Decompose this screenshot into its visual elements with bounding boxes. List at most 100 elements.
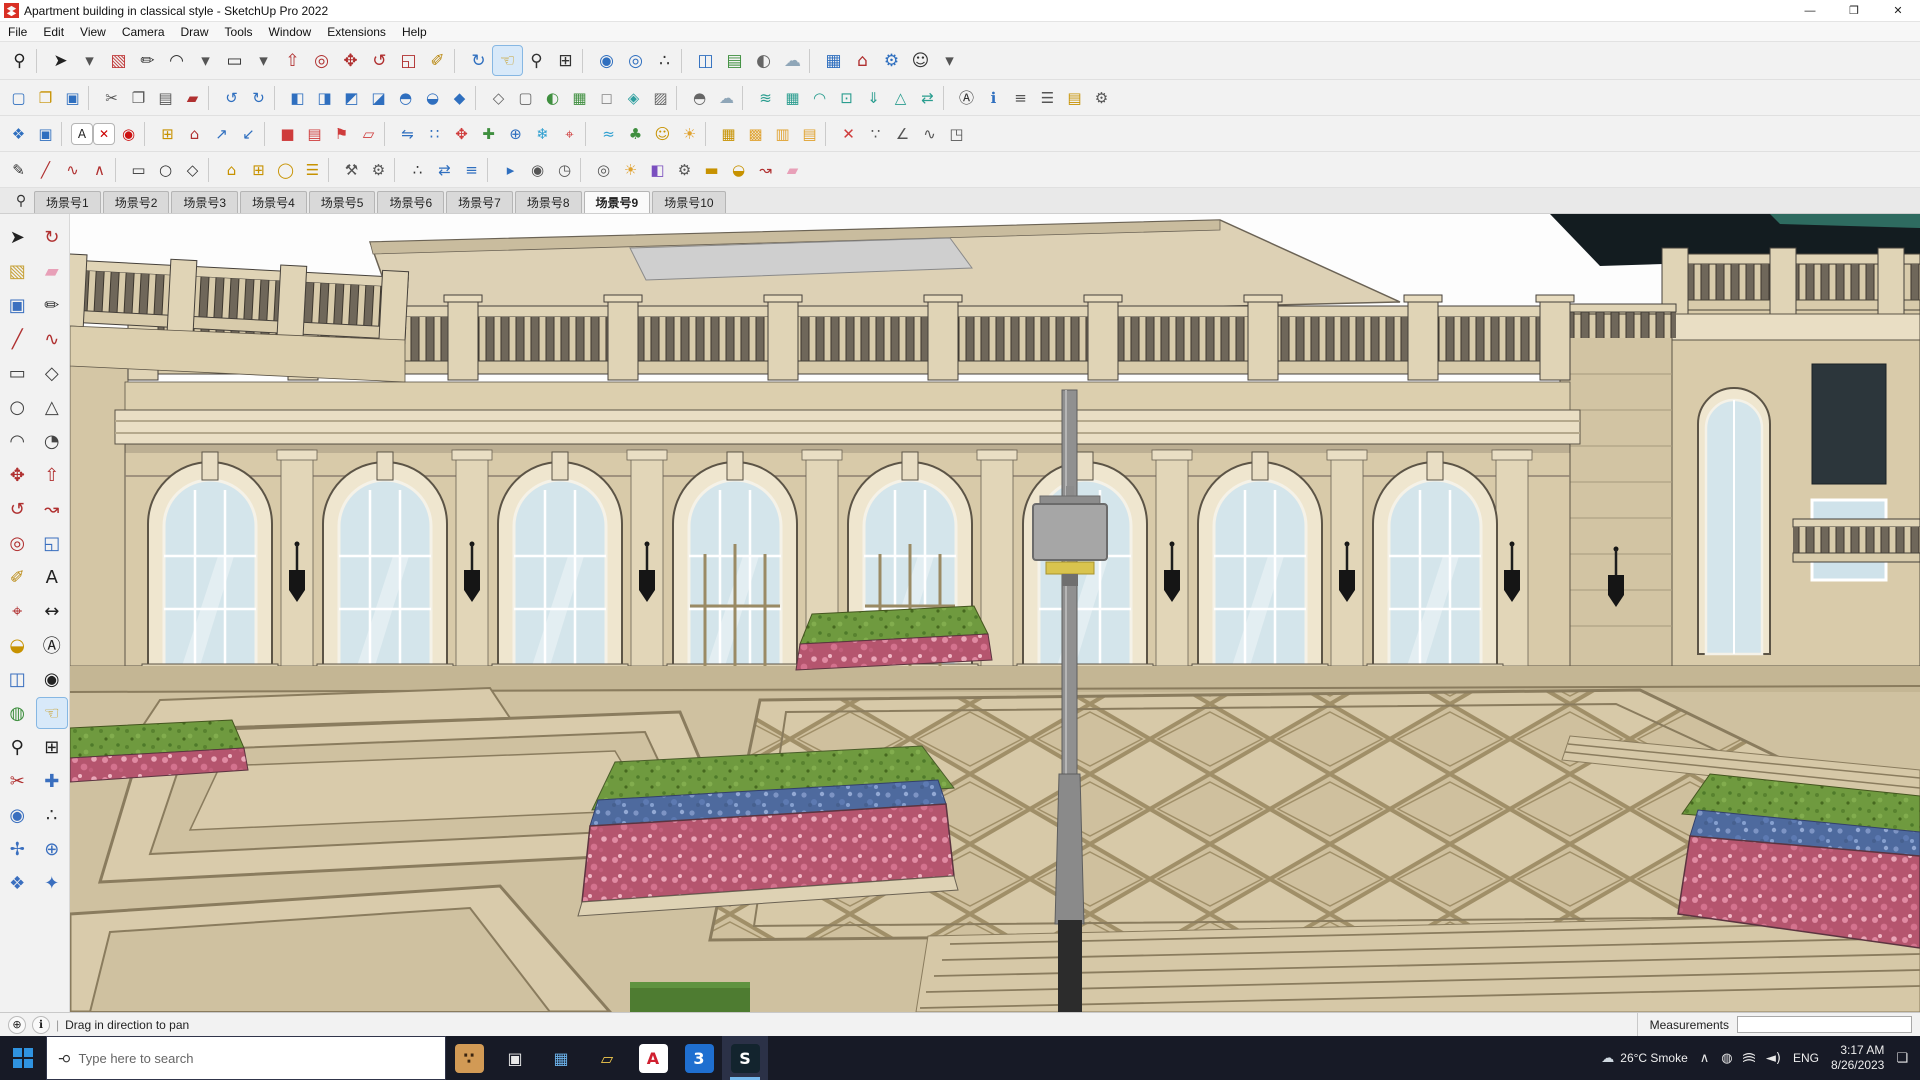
line-icon[interactable]: ✏ <box>133 46 162 75</box>
flip-edge-icon[interactable]: ⇄ <box>914 84 941 111</box>
columns-icon[interactable]: ▤ <box>796 120 823 147</box>
open-icon[interactable]: ❐ <box>32 84 59 111</box>
preferences-icon[interactable]: ⚙ <box>1088 84 1115 111</box>
menu-help[interactable]: Help <box>394 23 435 41</box>
box-corner-icon[interactable]: ◳ <box>943 120 970 147</box>
components-icon[interactable]: ❖ <box>5 120 32 147</box>
instructor-icon[interactable]: ℹ <box>980 84 1007 111</box>
match-photo-icon[interactable]: ▦ <box>819 46 848 75</box>
pan-camera-tool-icon[interactable]: ✚ <box>37 766 67 796</box>
start-button[interactable] <box>0 1036 46 1080</box>
menu-window[interactable]: Window <box>261 23 320 41</box>
rectangle-icon[interactable]: ▭ <box>220 46 249 75</box>
zoom-tool-icon[interactable]: ⚲ <box>2 732 32 762</box>
freehand-tool-icon[interactable]: ∿ <box>37 324 67 354</box>
scene-tab-场景号2[interactable]: 场景号2 <box>102 191 170 213</box>
scene-tab-场景号10[interactable]: 场景号10 <box>652 191 726 213</box>
undo-icon[interactable]: ↺ <box>218 84 245 111</box>
pencil-tool-icon[interactable]: ✏ <box>37 290 67 320</box>
cut-icon[interactable]: ✂ <box>98 84 125 111</box>
menu-draw[interactable]: Draw <box>173 23 217 41</box>
taskbar-search[interactable]: ⚲ Type here to search <box>46 1036 446 1080</box>
bottom-view-icon[interactable]: ◒ <box>419 84 446 111</box>
sandbox-from-scratch-icon[interactable]: ▦ <box>779 84 806 111</box>
banner-icon[interactable]: ▱ <box>355 120 382 147</box>
hammer-icon[interactable]: ⚒ <box>338 156 365 183</box>
scene-tab-场景号3[interactable]: 场景号3 <box>171 191 239 213</box>
render-icon[interactable]: ◧ <box>644 156 671 183</box>
mirror-icon[interactable]: ⇋ <box>394 120 421 147</box>
monochrome-icon[interactable]: ◻ <box>593 84 620 111</box>
arc-icon[interactable]: ◠ <box>162 46 191 75</box>
back-view-icon[interactable]: ◨ <box>311 84 338 111</box>
clock[interactable]: 3:17 AM 8/26/2023 <box>1831 1043 1884 1073</box>
tree-icon[interactable]: ♣ <box>622 120 649 147</box>
app-3-button[interactable]: 3 <box>676 1036 722 1080</box>
front-view-icon[interactable]: ◧ <box>284 84 311 111</box>
gear-tool-icon[interactable]: ⚙ <box>365 156 392 183</box>
separator-icon[interactable] <box>394 157 402 182</box>
circle-2-icon[interactable]: ○ <box>152 156 179 183</box>
maximize-button[interactable]: ❐ <box>1832 0 1876 21</box>
separator-icon[interactable] <box>809 48 817 73</box>
language-indicator[interactable]: ENG <box>1793 1051 1819 1065</box>
shaded-icon[interactable]: ◐ <box>539 84 566 111</box>
top-view-icon[interactable]: ◓ <box>392 84 419 111</box>
warehouse-3d-icon[interactable]: ⌂ <box>848 46 877 75</box>
rotated-rect-icon[interactable]: ◇ <box>179 156 206 183</box>
wifi-icon[interactable]: ))) <box>1742 1053 1757 1062</box>
separator-icon[interactable] <box>274 85 282 110</box>
orbit-icon[interactable]: ↻ <box>464 46 493 75</box>
extension-a-tool-icon[interactable]: ❖ <box>2 868 32 898</box>
notifications-button[interactable]: ❏ <box>1896 1051 1908 1066</box>
rotate-tool-icon[interactable]: ↺ <box>2 494 32 524</box>
separator-icon[interactable] <box>475 85 483 110</box>
volume-icon[interactable]: ◄) <box>1766 1051 1781 1066</box>
separator-icon[interactable] <box>580 157 588 182</box>
stamp-icon[interactable]: ⊡ <box>833 84 860 111</box>
separator-icon[interactable] <box>705 121 713 146</box>
follow-me-tool-icon[interactable]: ↝ <box>37 494 67 524</box>
save-icon[interactable]: ▣ <box>59 84 86 111</box>
shapes-caret-icon[interactable]: ▾ <box>249 46 278 75</box>
menu-view[interactable]: View <box>72 23 114 41</box>
roof-icon[interactable]: ⌂ <box>181 120 208 147</box>
separator-icon[interactable] <box>487 157 495 182</box>
select-caret-icon[interactable]: ▾ <box>75 46 104 75</box>
iso-view-icon[interactable]: ◆ <box>446 84 473 111</box>
shadows-icon[interactable]: ◐ <box>749 46 778 75</box>
person-caret-icon[interactable]: ▾ <box>935 46 964 75</box>
paint-bucket-tool-icon[interactable]: ▧ <box>2 256 32 286</box>
flag-red-icon[interactable]: ⚑ <box>328 120 355 147</box>
scene-tab-场景号1[interactable]: 场景号1 <box>34 191 101 213</box>
walk-2-icon[interactable]: ∴ <box>404 156 431 183</box>
separator-icon[interactable] <box>943 85 951 110</box>
measurements-input[interactable] <box>1737 1016 1912 1033</box>
styles-icon[interactable]: ▤ <box>720 46 749 75</box>
layers-icon[interactable]: ▤ <box>1061 84 1088 111</box>
extension-b-tool-icon[interactable]: ✦ <box>37 868 67 898</box>
paint-icon[interactable]: ▧ <box>104 46 133 75</box>
crate-icon[interactable]: ⊞ <box>154 120 181 147</box>
entity-info-icon[interactable]: ☰ <box>1034 84 1061 111</box>
left-view-icon[interactable]: ◩ <box>338 84 365 111</box>
protractor-tool-icon[interactable]: ◒ <box>2 630 32 660</box>
position-camera-icon[interactable]: ◉ <box>592 46 621 75</box>
separator-icon[interactable] <box>264 121 272 146</box>
separator-icon[interactable] <box>676 85 684 110</box>
section-plane-tool-icon[interactable]: ◫ <box>2 664 32 694</box>
erase-icon[interactable]: ▰ <box>179 84 206 111</box>
person-scale-icon[interactable]: ☺ <box>649 120 676 147</box>
shaded-textures-icon[interactable]: ▦ <box>566 84 593 111</box>
line-tool-icon[interactable]: ╱ <box>2 324 32 354</box>
separator-icon[interactable] <box>742 85 750 110</box>
scene-tab-场景号5[interactable]: 场景号5 <box>308 191 376 213</box>
add-detail-icon[interactable]: △ <box>887 84 914 111</box>
table-icon[interactable]: ▥ <box>769 120 796 147</box>
intersect-tool-icon[interactable]: ◱ <box>37 528 67 558</box>
settings-icon[interactable]: ⚙ <box>671 156 698 183</box>
arc-caret-icon[interactable]: ▾ <box>191 46 220 75</box>
snowflake-icon[interactable]: ❄ <box>529 120 556 147</box>
angle-icon[interactable]: ∠ <box>889 120 916 147</box>
north-tool-icon[interactable]: ✢ <box>2 834 32 864</box>
